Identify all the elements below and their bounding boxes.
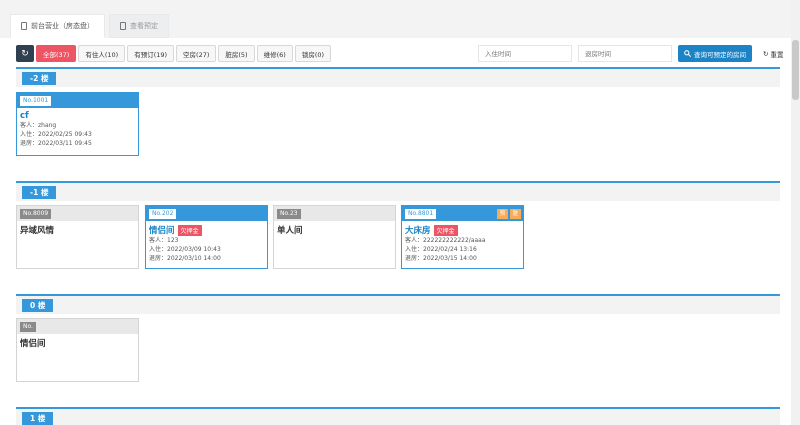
guest-line: 客人：123 xyxy=(149,237,179,244)
room-card[interactable]: No.8009 异域风情 xyxy=(16,205,139,269)
room-header: No. xyxy=(17,319,138,334)
room-body: 单人间 xyxy=(274,221,395,239)
refresh-icon: ↻ xyxy=(21,48,29,59)
room-number: No.1001 xyxy=(20,96,52,106)
guest-line: 客人：222222222222/aaaa xyxy=(405,237,486,244)
checkout-line: 退房：2022/03/10 14:00 xyxy=(149,255,221,262)
room-type-label: cf xyxy=(20,111,29,121)
room-header: No.1001 xyxy=(17,93,138,108)
building-icon xyxy=(21,22,27,30)
tab-label: 查看预定 xyxy=(130,22,158,30)
room-type-label: 情侣间 xyxy=(20,339,46,349)
checkin-line: 入住：2022/02/25 09:43 xyxy=(20,131,92,138)
room-header: No.8801 预 脏 xyxy=(402,206,523,221)
room-card[interactable]: No. 情侣间 xyxy=(16,318,139,382)
filter-occupied-button[interactable]: 有住人(10) xyxy=(78,45,126,62)
room-type: 情侣间 欠押金 xyxy=(149,224,264,236)
floor-label: -2 楼 xyxy=(22,72,57,85)
tab-reservations[interactable]: 查看预定 xyxy=(109,14,169,38)
checkout-line: 退房：2022/03/11 09:45 xyxy=(20,140,92,147)
room-header: No.23 xyxy=(274,206,395,221)
filter-locked-button[interactable]: 锁房(0) xyxy=(294,45,332,62)
checkin-line: 入住：2022/03/09 10:43 xyxy=(149,246,221,253)
scroll-thumb[interactable] xyxy=(792,40,799,100)
filter-toolbar: ↻ 全部(37) 有住人(10) 有预订(19) 空房(27) 脏房(5) 维修… xyxy=(16,45,332,62)
room-body: 情侣间 欠押金 客人：123 入住：2022/03/09 10:43 退房：20… xyxy=(146,221,267,266)
filter-dirty-button[interactable]: 脏房(5) xyxy=(218,45,255,62)
room-body: 情侣间 xyxy=(17,334,138,352)
room-number: No.23 xyxy=(277,209,301,219)
checkout-date-input[interactable] xyxy=(578,45,672,62)
filter-all-button[interactable]: 全部(37) xyxy=(36,45,77,62)
guest-line: 客人：zhang xyxy=(20,122,57,129)
floor-header: -2 楼 xyxy=(16,67,780,87)
room-type: 单人间 xyxy=(277,224,392,236)
room-body: cf 客人：zhang 入住：2022/02/25 09:43 退房：2022/… xyxy=(17,108,138,151)
query-label: 查询可预定的房间 xyxy=(694,50,746,59)
floor-header: 1 楼 xyxy=(16,407,780,425)
refresh-button[interactable]: ↻ xyxy=(16,45,34,62)
room-number: No.8009 xyxy=(20,209,52,219)
tab-label: 前台营业（房态盘） xyxy=(31,22,94,30)
checkin-line: 入住：2022/02/24 13:16 xyxy=(405,246,477,253)
floor-label: 0 楼 xyxy=(22,299,54,312)
room-number: No. xyxy=(20,322,36,332)
tab-front-desk[interactable]: 前台营业（房态盘） xyxy=(10,14,105,38)
room-type: 大床房 欠押金 xyxy=(405,224,520,236)
room-number: No.8801 xyxy=(405,209,437,219)
tab-bar: 前台营业（房态盘） 查看预定 xyxy=(10,14,169,38)
room-card[interactable]: No.1001 cf 客人：zhang 入住：2022/02/25 09:43 … xyxy=(16,92,139,156)
room-type-label: 异域风情 xyxy=(20,226,55,236)
checkout-line: 退房：2022/03/15 14:00 xyxy=(405,255,477,262)
room-card[interactable]: No.202 情侣间 欠押金 客人：123 入住：2022/03/09 10:4… xyxy=(145,205,268,269)
filter-maintenance-button[interactable]: 维修(6) xyxy=(256,45,293,62)
deposit-due-badge: 欠押金 xyxy=(433,224,458,236)
checkin-date-input[interactable] xyxy=(478,45,572,62)
room-card[interactable]: No.8801 预 脏 大床房 欠押金 客人：222222222222/aaaa… xyxy=(401,205,524,269)
reserved-tag: 预 xyxy=(497,209,508,219)
room-type-label: 单人间 xyxy=(277,226,303,236)
room-card[interactable]: No.23 单人间 xyxy=(273,205,396,269)
filter-vacant-button[interactable]: 空房(27) xyxy=(176,45,217,62)
search-icon xyxy=(684,50,691,57)
room-header: No.8009 xyxy=(17,206,138,221)
refresh-icon: ↻ xyxy=(763,49,769,58)
floor-label: -1 楼 xyxy=(22,186,57,199)
floor-label: 1 楼 xyxy=(22,412,54,425)
filter-reserved-button[interactable]: 有预订(19) xyxy=(127,45,175,62)
room-body: 异域风情 xyxy=(17,221,138,239)
floor-header: 0 楼 xyxy=(16,294,780,314)
room-type-label: 情侣间 xyxy=(149,226,175,236)
deposit-due-badge: 欠押金 xyxy=(177,224,202,236)
query-available-button[interactable]: 查询可预定的房间 xyxy=(678,45,752,62)
calendar-icon xyxy=(120,22,126,30)
room-body: 大床房 欠押金 客人：222222222222/aaaa 入住：2022/02/… xyxy=(402,221,523,266)
room-type: 异域风情 xyxy=(20,224,135,236)
dirty-tag: 脏 xyxy=(510,209,521,219)
room-type: cf xyxy=(20,111,135,121)
search-bar: 查询可预定的房间 ↻ 重置 xyxy=(478,45,789,62)
room-type-label: 大床房 xyxy=(405,226,431,236)
floor-header: -1 楼 xyxy=(16,181,780,201)
room-number: No.202 xyxy=(149,209,177,219)
room-type: 情侣间 xyxy=(20,337,135,349)
vertical-scrollbar[interactable] xyxy=(791,0,800,425)
reset-label: 重置 xyxy=(770,50,784,59)
reset-button[interactable]: ↻ 重置 xyxy=(758,45,789,62)
room-header: No.202 xyxy=(146,206,267,221)
